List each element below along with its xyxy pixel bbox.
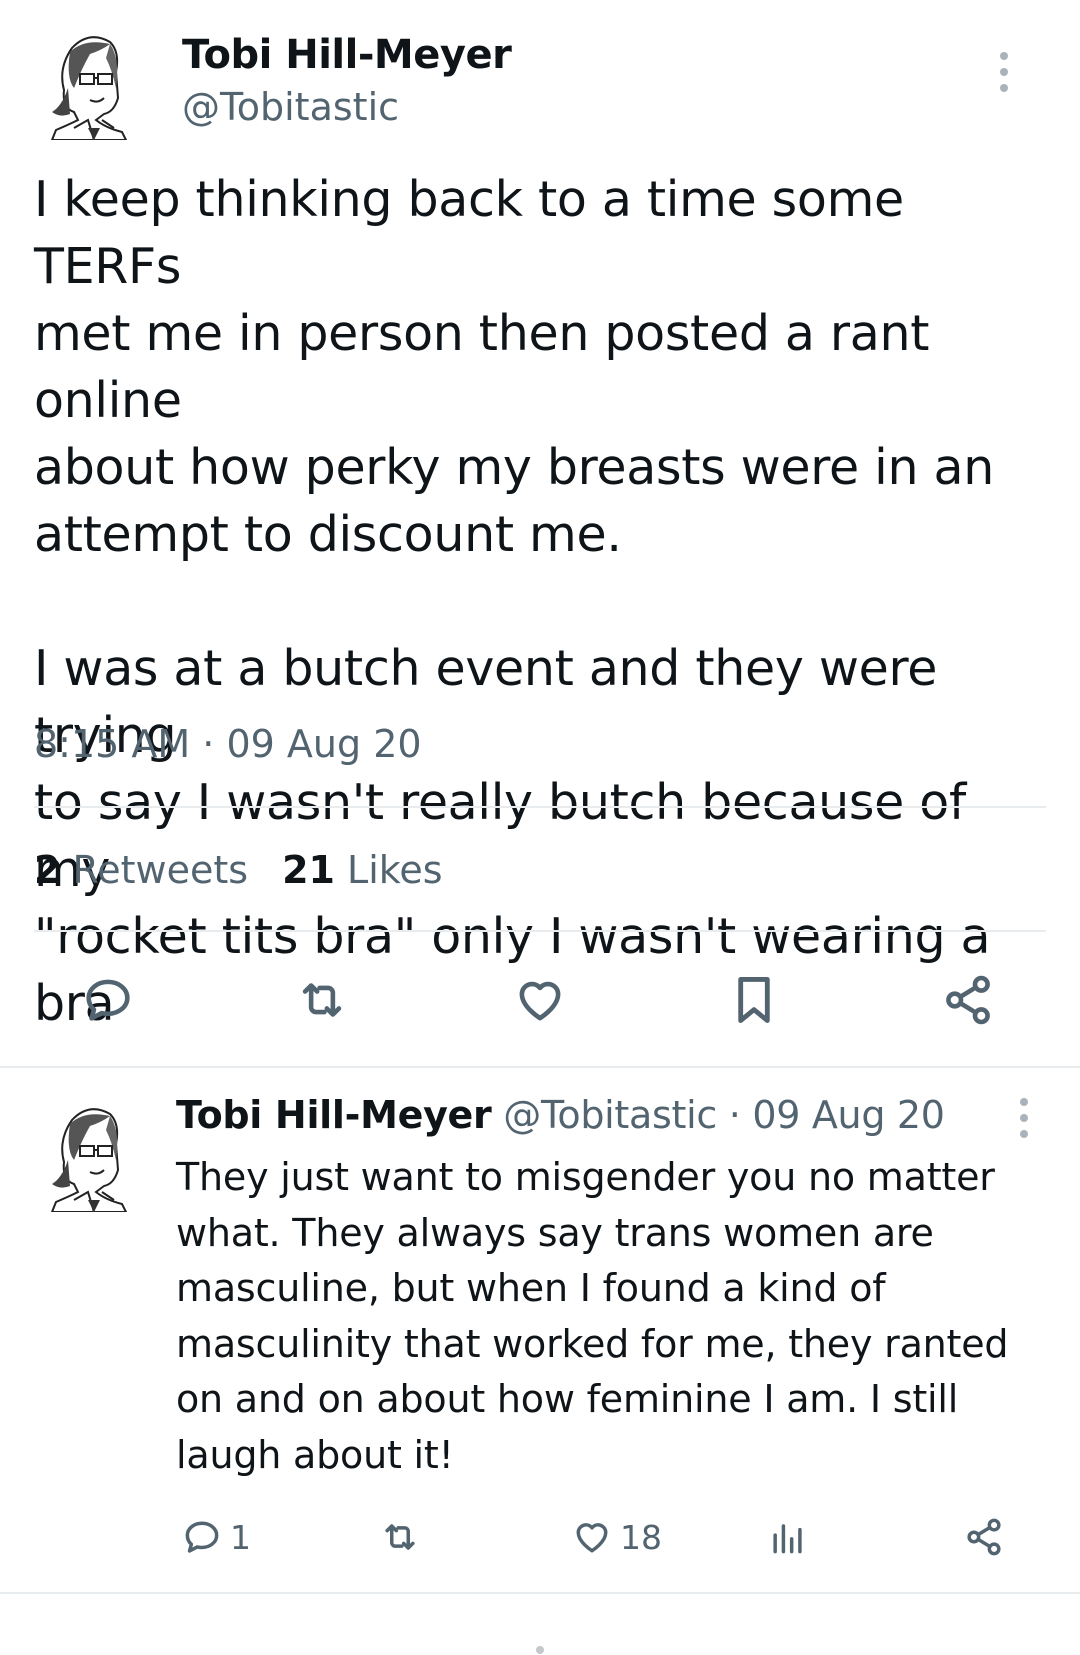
reply-reply-button[interactable]: 1 [180,1512,251,1562]
reply-retweet-button[interactable] [378,1512,422,1562]
retweets-label: Retweets [72,848,249,892]
tweet-timestamp[interactable]: 8:15 AM · 09 Aug 20 [34,722,422,766]
retweets-stat[interactable]: 2 Retweets [34,848,248,892]
reply-views-button[interactable] [766,1512,810,1562]
like-button[interactable] [508,968,572,1032]
engagement-stats: 2 Retweets 21 Likes [34,848,443,892]
reply-share-button[interactable] [962,1512,1006,1562]
bookmark-icon [738,977,770,1023]
separator-dot: · [728,1093,741,1137]
retweet-button[interactable] [290,968,354,1032]
like-icon [519,981,561,1021]
reply-avatar-drawing [50,1108,128,1212]
avatar-drawing [50,36,128,140]
reply-author-name[interactable]: Tobi Hill-Meyer [176,1093,492,1137]
reply-like-button[interactable]: 18 [570,1512,662,1562]
likes-stat[interactable]: 21 Likes [282,848,443,892]
reply-button[interactable] [76,968,140,1032]
tweet-text: I keep thinking back to a time some TERF… [34,171,994,1032]
scroll-indicator [536,1646,544,1654]
reply-count: 1 [230,1517,251,1557]
author-name[interactable]: Tobi Hill-Meyer [182,32,512,78]
share-icon [946,975,990,1025]
reply-avatar[interactable] [44,1100,134,1212]
like-count: 18 [620,1517,662,1557]
retweet-icon [302,983,342,1017]
separator-dot: · [202,722,215,766]
divider [0,1592,1080,1594]
likes-label: Likes [347,848,443,892]
like-icon [576,1523,608,1553]
reply-icon [185,1521,219,1553]
reply-date[interactable]: 09 Aug 20 [752,1093,945,1137]
more-options-icon[interactable] [994,50,1014,94]
reply-author-handle[interactable]: @Tobitastic [503,1093,717,1137]
reply-icon [86,979,130,1021]
divider [34,930,1046,932]
share-button[interactable] [936,968,1000,1032]
bookmark-button[interactable] [722,968,786,1032]
reply-more-options-icon[interactable] [1014,1096,1034,1140]
divider [0,1066,1080,1068]
tweet-time: 8:15 AM [34,722,191,766]
tweet-date: 09 Aug 20 [226,722,422,766]
share-icon [967,1518,1001,1556]
retweet-icon [385,1524,415,1550]
reply-text: They just want to misgender you no matte… [176,1155,1009,1477]
retweets-count: 2 [34,848,61,892]
analytics-icon [773,1524,802,1554]
divider [34,806,1046,808]
author-handle[interactable]: @Tobitastic [182,85,399,129]
likes-count: 21 [282,848,335,892]
reply-header: Tobi Hill-Meyer @Tobitastic · 09 Aug 20 [176,1093,945,1137]
avatar[interactable] [44,28,134,140]
